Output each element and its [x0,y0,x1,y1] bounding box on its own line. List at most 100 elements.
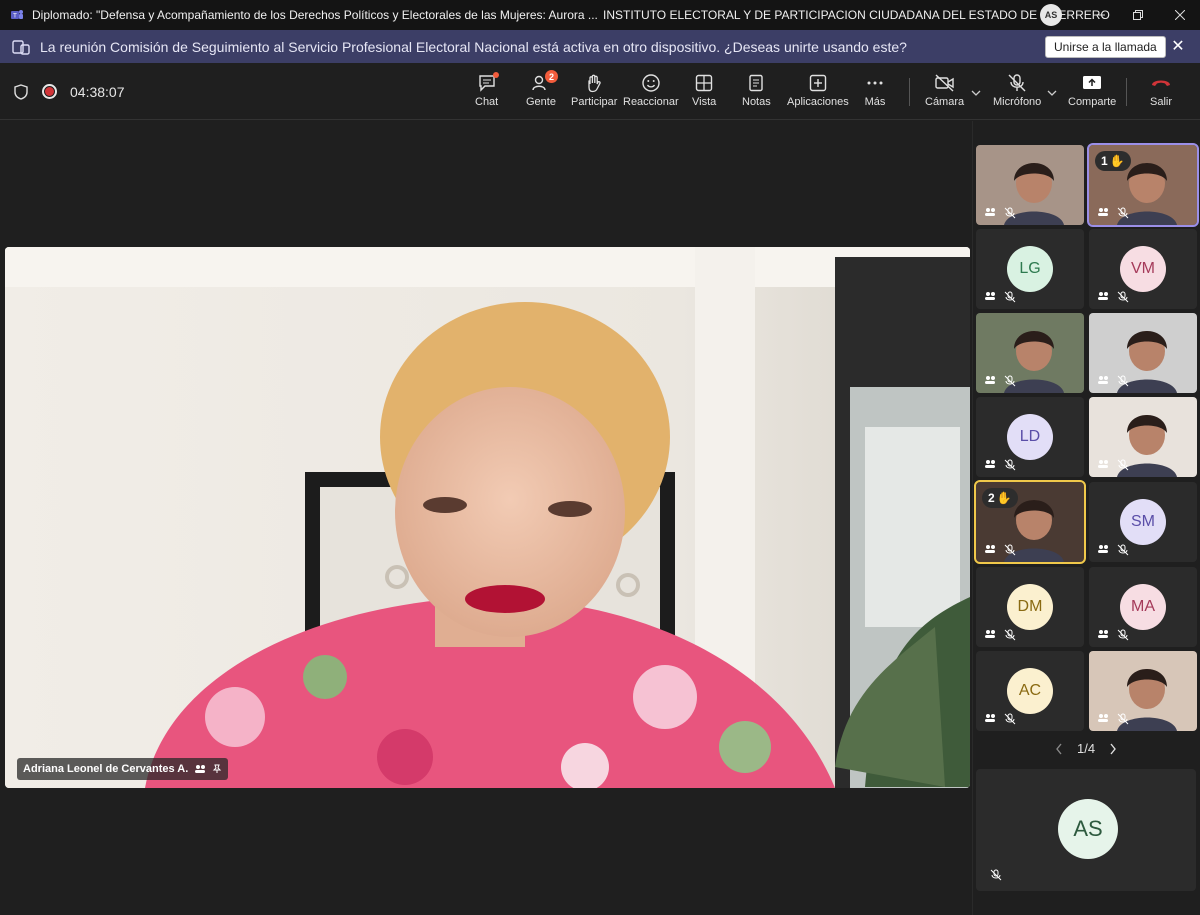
active-meeting-banner: La reunión Comisión de Seguimiento al Se… [0,30,1200,63]
chat-unread-indicator [492,72,499,78]
tile-status-icons [1097,207,1129,219]
meeting-title: Diplomado: "Defensa y Acompañamiento de … [32,8,598,22]
share-screen-icon [1083,76,1102,89]
mic-off-icon [1117,459,1129,471]
pin-icon[interactable] [212,764,222,774]
share-button[interactable]: Comparte [1068,72,1116,112]
mic-off-icon [1004,375,1016,387]
raised-hand-icon: ✋ [1109,154,1125,168]
speaker-video[interactable]: Adriana Leonel de Cervantes A. [5,247,970,788]
participant-mode-icon [985,208,995,216]
participant-tile[interactable] [976,313,1084,393]
user-avatar[interactable]: AS [1040,4,1062,26]
tile-status-icons [984,544,1016,556]
microphone-button[interactable]: Micrófono [993,72,1041,112]
raise-hand-label: Participar [571,96,618,108]
device-transfer-icon [12,39,30,55]
banner-close-button[interactable]: ✕ [1168,36,1188,56]
participant-tile[interactable] [976,145,1084,225]
tile-status-icons [984,291,1016,303]
camera-options-chevron[interactable] [971,87,981,99]
mic-off-icon [1008,74,1026,92]
join-call-button[interactable]: Unirse a la llamada [1045,36,1166,58]
participant-mode-icon [1098,208,1108,216]
tile-status-icons [984,459,1016,471]
participant-mode-icon [985,714,995,722]
participant-mode-icon [1098,545,1108,553]
mic-off-icon [1117,375,1129,387]
mic-off-icon [1004,713,1016,725]
chevron-right-icon[interactable] [1109,743,1117,755]
participant-tile[interactable]: 1 ✋ [1087,143,1199,227]
participant-tile[interactable] [1089,313,1197,393]
initials-avatar: LD [1007,414,1053,460]
participant-tile[interactable]: 2 ✋ [974,480,1086,564]
mic-off-icon [1004,207,1016,219]
participant-tile[interactable]: VM [1089,229,1197,309]
mic-off-icon [1004,291,1016,303]
apps-button[interactable]: Aplicaciones [787,72,849,112]
raised-hand-badge: 1 ✋ [1095,151,1131,171]
participant-tile[interactable] [1089,651,1197,731]
participant-tile[interactable] [1089,397,1197,477]
self-initials-avatar: AS [1058,799,1118,859]
participant-mode-icon [985,292,995,300]
hand-icon [588,74,601,93]
notes-button[interactable]: Notas [742,72,771,112]
more-button[interactable]: Más [864,72,886,112]
toolbar-divider [1126,78,1127,106]
mic-off-icon [1004,544,1016,556]
mic-off-icon [1117,713,1129,725]
camera-button[interactable]: Cámara [925,72,964,112]
mic-off-icon [1117,207,1129,219]
restore-button[interactable] [1118,0,1158,30]
react-button[interactable]: Reaccionar [623,72,679,112]
organization-name: INSTITUTO ELECTORAL Y DE PARTICIPACION C… [603,8,1110,22]
self-view-tile[interactable]: AS [976,769,1196,891]
close-icon [1175,10,1185,20]
raised-hand-icon: ✋ [996,491,1012,505]
chat-button[interactable]: Chat [475,72,499,112]
participant-mode-icon [1098,376,1108,384]
main-stage: Adriana Leonel de Cervantes A. [0,121,972,915]
speaker-video-frame [5,247,970,788]
meeting-toolbar: 04:38:07 Chat 2 Gente Participar Reaccio… [0,63,1200,120]
participant-tile[interactable]: DM [976,567,1084,647]
raise-hand-button[interactable]: Participar [571,72,617,112]
people-button[interactable]: 2 Gente [526,70,558,112]
participant-tile[interactable]: AC [976,651,1084,731]
speaker-name-tag: Adriana Leonel de Cervantes A. [17,758,229,780]
restore-icon [1133,10,1143,20]
raised-hand-badge: 2 ✋ [982,488,1018,508]
window-titlebar: T Diplomado: "Defensa y Acompañamiento d… [0,0,1200,30]
tile-status-icons [1097,544,1129,556]
participant-mode-icon [1098,292,1108,300]
speaker-name: Adriana Leonel de Cervantes A. [23,763,189,775]
leave-button[interactable]: Salir [1150,72,1172,112]
mic-off-icon [1117,291,1129,303]
chevron-left-icon[interactable] [1055,743,1063,755]
minimize-button[interactable] [1080,0,1120,30]
participant-tile[interactable]: LG [976,229,1084,309]
participant-mode-icon [985,630,995,638]
microphone-options-chevron[interactable] [1047,87,1057,99]
minimize-icon [1095,14,1105,16]
banner-text: La reunión Comisión de Seguimiento al Se… [40,38,907,55]
chat-label: Chat [475,96,499,108]
notes-label: Notas [742,96,771,108]
close-window-button[interactable] [1160,0,1200,30]
self-mic-off-indicator [990,869,1002,881]
people-badge: 2 [544,70,558,83]
teams-icon: T [11,10,23,20]
participant-tile[interactable]: SM [1089,482,1197,562]
tile-status-icons [1097,459,1129,471]
view-button[interactable]: Vista [692,72,716,112]
toolbar-divider [909,78,910,106]
participant-tile[interactable]: LD [976,397,1084,477]
participant-tile[interactable]: MA [1089,567,1197,647]
more-options-icon [867,81,883,85]
initials-avatar: VM [1120,246,1166,292]
tile-status-icons [984,629,1016,641]
participant-mode-icon [1098,630,1108,638]
participant-mode-icon [985,376,995,384]
